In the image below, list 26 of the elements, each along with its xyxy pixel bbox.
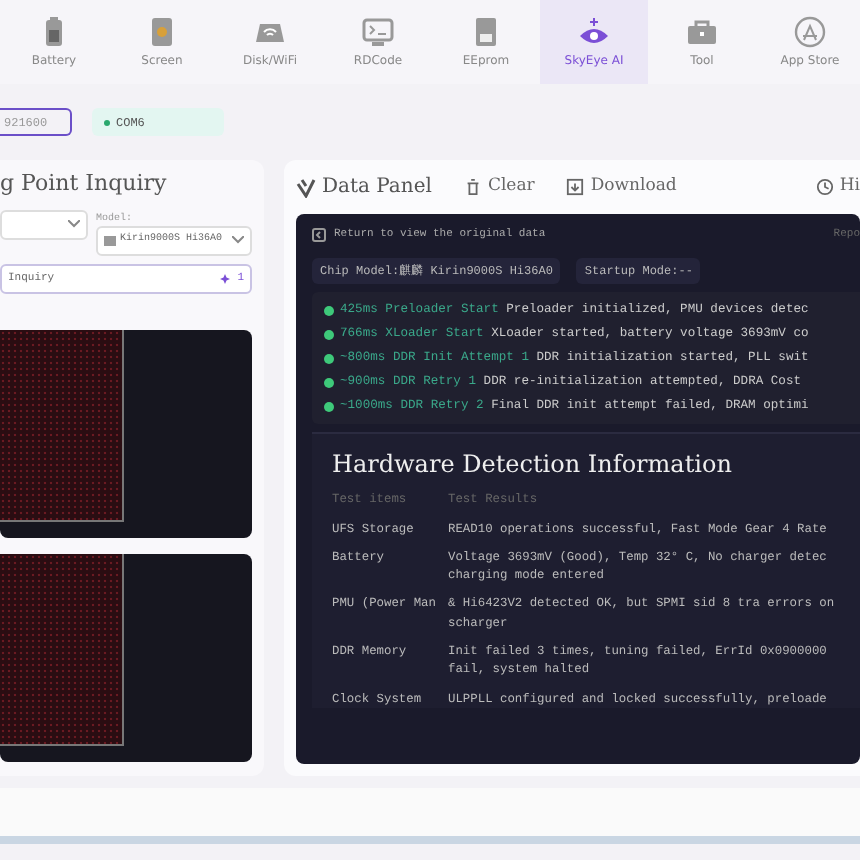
phone-icon bbox=[146, 15, 178, 47]
status-dot-icon bbox=[324, 401, 334, 412]
sim-card-icon bbox=[470, 15, 502, 47]
section-title: Hardware Detection Information bbox=[332, 448, 734, 483]
panel-title: Data Panel bbox=[322, 174, 432, 202]
download-icon bbox=[566, 178, 585, 196]
chip-icon bbox=[104, 235, 116, 245]
eye-icon bbox=[578, 15, 610, 47]
sparkle-icon bbox=[219, 273, 230, 283]
panel-title: g Point Inquiry bbox=[0, 168, 169, 200]
caret-icon bbox=[68, 220, 80, 228]
history-button[interactable]: Hi bbox=[815, 174, 860, 200]
caret-icon bbox=[232, 236, 244, 244]
status-dot-icon bbox=[324, 377, 334, 388]
terminal-icon bbox=[362, 15, 394, 47]
status-dot-icon bbox=[324, 329, 334, 340]
history-icon bbox=[815, 178, 834, 196]
app-store-icon bbox=[794, 15, 826, 47]
action-button[interactable]: Download bbox=[566, 174, 677, 200]
status-dot-icon bbox=[324, 353, 334, 364]
trash-icon bbox=[463, 178, 482, 196]
back-icon[interactable] bbox=[312, 227, 326, 242]
status-dot-icon bbox=[324, 305, 334, 316]
action-button[interactable]: Clear bbox=[463, 174, 535, 200]
status-dot-icon bbox=[104, 119, 110, 125]
toolbox-icon bbox=[686, 15, 718, 47]
